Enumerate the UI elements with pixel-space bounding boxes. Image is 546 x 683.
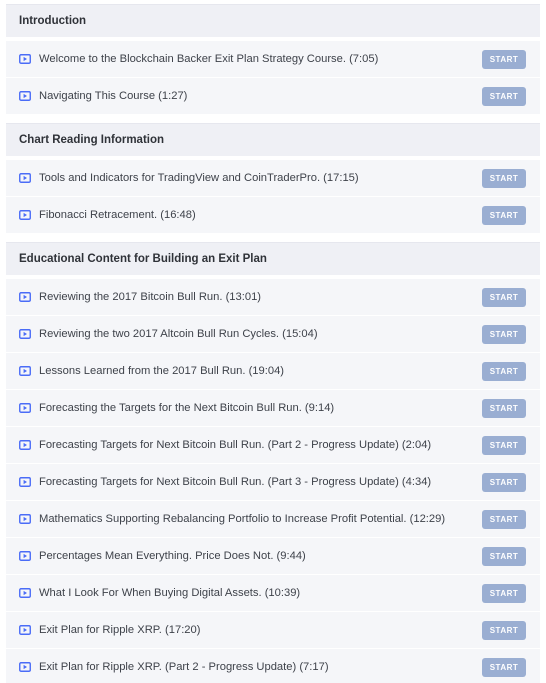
section-title: Chart Reading Information xyxy=(6,123,540,156)
lecture-title[interactable]: Exit Plan for Ripple XRP. (17:20) xyxy=(39,624,482,636)
lecture-item[interactable]: Forecasting Targets for Next Bitcoin Bul… xyxy=(6,464,540,501)
lecture-item[interactable]: Forecasting Targets for Next Bitcoin Bul… xyxy=(6,427,540,464)
video-play-icon xyxy=(19,514,31,524)
lecture-title[interactable]: Navigating This Course (1:27) xyxy=(39,90,482,102)
start-button[interactable]: START xyxy=(482,472,526,492)
lecture-title[interactable]: Fibonacci Retracement. (16:48) xyxy=(39,209,482,221)
video-play-icon xyxy=(19,477,31,487)
video-play-icon xyxy=(19,210,31,220)
lecture-title[interactable]: Percentages Mean Everything. Price Does … xyxy=(39,550,482,562)
lecture-item[interactable]: Welcome to the Blockchain Backer Exit Pl… xyxy=(6,41,540,78)
curriculum-section: Introduction Welcome to the Blockchain Ba… xyxy=(6,4,540,123)
start-button[interactable]: START xyxy=(482,324,526,344)
video-play-icon xyxy=(19,173,31,183)
lecture-title[interactable]: Reviewing the two 2017 Altcoin Bull Run … xyxy=(39,328,482,340)
lecture-item[interactable]: Fibonacci Retracement. (16:48) START xyxy=(6,197,540,234)
lecture-title[interactable]: What I Look For When Buying Digital Asse… xyxy=(39,587,482,599)
start-button[interactable]: START xyxy=(482,205,526,225)
video-play-icon xyxy=(19,551,31,561)
lecture-item[interactable]: Mathematics Supporting Rebalancing Portf… xyxy=(6,501,540,538)
lecture-item[interactable]: Navigating This Course (1:27) START xyxy=(6,78,540,115)
video-play-icon xyxy=(19,403,31,413)
lecture-item[interactable]: Forecasting the Targets for the Next Bit… xyxy=(6,390,540,427)
video-play-icon xyxy=(19,588,31,598)
lecture-item[interactable]: Lessons Learned from the 2017 Bull Run. … xyxy=(6,353,540,390)
start-button[interactable]: START xyxy=(482,168,526,188)
start-button[interactable]: START xyxy=(482,49,526,69)
section-title: Introduction xyxy=(6,4,540,37)
curriculum-section: Chart Reading Information Tools and Indic… xyxy=(6,123,540,242)
section-title: Educational Content for Building an Exit… xyxy=(6,242,540,275)
lecture-item[interactable]: What I Look For When Buying Digital Asse… xyxy=(6,575,540,612)
lecture-title[interactable]: Tools and Indicators for TradingView and… xyxy=(39,172,482,184)
video-play-icon xyxy=(19,662,31,672)
start-button[interactable]: START xyxy=(482,583,526,603)
start-button[interactable]: START xyxy=(482,398,526,418)
video-play-icon xyxy=(19,91,31,101)
start-button[interactable]: START xyxy=(482,287,526,307)
course-curriculum: Introduction Welcome to the Blockchain Ba… xyxy=(0,0,546,683)
curriculum-section: Educational Content for Building an Exit… xyxy=(6,242,540,683)
lecture-item[interactable]: Tools and Indicators for TradingView and… xyxy=(6,160,540,197)
lecture-item[interactable]: Exit Plan for Ripple XRP. (Part 2 - Prog… xyxy=(6,649,540,683)
start-button[interactable]: START xyxy=(482,546,526,566)
lecture-title[interactable]: Exit Plan for Ripple XRP. (Part 2 - Prog… xyxy=(39,661,482,673)
lecture-title[interactable]: Lessons Learned from the 2017 Bull Run. … xyxy=(39,365,482,377)
video-play-icon xyxy=(19,54,31,64)
video-play-icon xyxy=(19,625,31,635)
video-play-icon xyxy=(19,292,31,302)
lecture-item[interactable]: Reviewing the two 2017 Altcoin Bull Run … xyxy=(6,316,540,353)
start-button[interactable]: START xyxy=(482,509,526,529)
lecture-item[interactable]: Reviewing the 2017 Bitcoin Bull Run. (13… xyxy=(6,279,540,316)
lecture-title[interactable]: Welcome to the Blockchain Backer Exit Pl… xyxy=(39,53,482,65)
start-button[interactable]: START xyxy=(482,620,526,640)
lecture-item[interactable]: Percentages Mean Everything. Price Does … xyxy=(6,538,540,575)
lecture-item[interactable]: Exit Plan for Ripple XRP. (17:20) START xyxy=(6,612,540,649)
lecture-title[interactable]: Forecasting Targets for Next Bitcoin Bul… xyxy=(39,476,482,488)
lecture-title[interactable]: Reviewing the 2017 Bitcoin Bull Run. (13… xyxy=(39,291,482,303)
video-play-icon xyxy=(19,366,31,376)
lecture-title[interactable]: Mathematics Supporting Rebalancing Portf… xyxy=(39,513,482,525)
start-button[interactable]: START xyxy=(482,361,526,381)
start-button[interactable]: START xyxy=(482,86,526,106)
video-play-icon xyxy=(19,329,31,339)
video-play-icon xyxy=(19,440,31,450)
lecture-title[interactable]: Forecasting the Targets for the Next Bit… xyxy=(39,402,482,414)
start-button[interactable]: START xyxy=(482,657,526,677)
lecture-title[interactable]: Forecasting Targets for Next Bitcoin Bul… xyxy=(39,439,482,451)
start-button[interactable]: START xyxy=(482,435,526,455)
